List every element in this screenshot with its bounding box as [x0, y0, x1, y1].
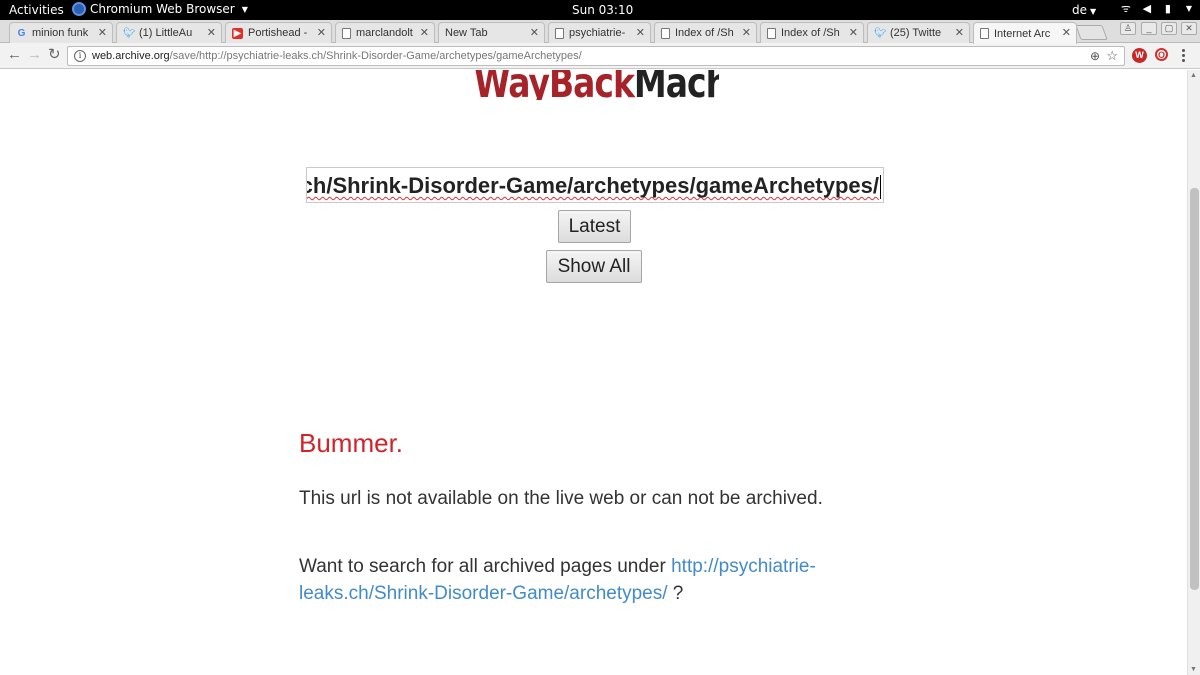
tab-title: New Tab: [445, 27, 488, 39]
user-icon[interactable]: ♙: [1120, 22, 1136, 35]
system-top-bar: Activities Chromium Web Browser ▼ Sun 03…: [0, 0, 1200, 20]
url-path: /save/http://psychiatrie-leaks.ch/Shrink…: [169, 50, 582, 62]
browser-tab[interactable]: G minion funk ✕: [9, 22, 113, 43]
close-icon[interactable]: ✕: [420, 26, 429, 39]
chevron-down-icon: ▼: [1185, 4, 1192, 13]
browser-tab[interactable]: Index of /Sh ✕: [654, 22, 757, 43]
zoom-icon[interactable]: ⊕: [1090, 49, 1100, 63]
close-icon[interactable]: ✕: [530, 26, 539, 39]
tab-title: marclandolt: [356, 27, 413, 39]
menu-icon[interactable]: [1182, 49, 1186, 64]
page-icon: [767, 27, 776, 39]
wayback-extension-icon[interactable]: W: [1132, 48, 1147, 63]
page-viewport: WayBackMachine s.ch/Shrink-Disorder-Game…: [0, 70, 1187, 675]
scrollbar-thumb[interactable]: [1190, 188, 1199, 590]
page-icon: [980, 28, 989, 39]
search-suffix-text: ?: [667, 583, 684, 604]
info-icon[interactable]: i: [74, 50, 86, 62]
wayback-url-input[interactable]: s.ch/Shrink-Disorder-Game/archetypes/gam…: [306, 167, 884, 203]
search-prompt-text: Want to search for all archived pages un…: [299, 556, 666, 577]
tab-title: (25) Twitte: [890, 27, 942, 39]
clock[interactable]: Sun 03:10: [572, 3, 633, 17]
close-icon[interactable]: ✕: [849, 26, 858, 39]
latest-button[interactable]: Latest: [558, 210, 631, 243]
tab-strip: G minion funk ✕ 🐦︎ (1) LittleAu ✕ ▶ Port…: [0, 20, 1200, 44]
activities-button[interactable]: Activities: [9, 3, 64, 17]
error-message: This url is not available on the live we…: [299, 488, 823, 509]
app-name: Chromium Web Browser: [90, 2, 235, 16]
google-icon: G: [17, 27, 26, 39]
text-cursor: [880, 175, 881, 200]
forward-arrow-icon[interactable]: →: [27, 47, 42, 63]
browser-tab[interactable]: Index of /Sh ✕: [760, 22, 864, 43]
close-icon[interactable]: ✕: [636, 26, 645, 39]
logo-way-text: WayBack: [474, 70, 635, 100]
twitter-icon: 🐦︎: [123, 27, 136, 39]
url-input-value: s.ch/Shrink-Disorder-Game/archetypes/gam…: [306, 173, 879, 198]
wifi-icon: ᯤ: [1120, 2, 1131, 15]
tab-title: (1) LittleAu: [139, 27, 193, 39]
wayback-machine-logo[interactable]: WayBackMachine: [474, 70, 719, 100]
ublock-icon[interactable]: O: [1155, 48, 1168, 61]
browser-tab[interactable]: 🐦︎ (1) LittleAu ✕: [116, 22, 222, 43]
back-arrow-icon[interactable]: ←: [7, 47, 22, 63]
system-tray[interactable]: ᯤ ◀ ▮ ▼: [1120, 2, 1192, 15]
keyboard-layout-menu[interactable]: de ▼: [1072, 3, 1096, 17]
url-host: web.archive.org: [92, 50, 170, 62]
maximize-button[interactable]: ▢: [1161, 22, 1177, 35]
close-icon[interactable]: ✕: [1062, 26, 1071, 39]
browser-tab[interactable]: 🐦︎ (25) Twitte ✕: [867, 22, 970, 43]
chromium-icon: [72, 2, 86, 16]
volume-icon: ◀: [1142, 2, 1152, 15]
app-menu[interactable]: Chromium Web Browser ▼: [72, 2, 248, 16]
page-icon: [555, 27, 564, 39]
close-icon[interactable]: ✕: [742, 26, 751, 39]
browser-tab[interactable]: New Tab ✕: [438, 22, 545, 43]
reload-icon[interactable]: ↻: [48, 47, 61, 63]
tab-title: Index of /Sh: [781, 27, 840, 39]
minimize-button[interactable]: _: [1141, 22, 1157, 35]
scroll-up-icon[interactable]: ▲: [1190, 72, 1197, 79]
browser-tab-active[interactable]: Internet Arc ✕: [973, 22, 1077, 44]
chevron-down-icon: ▼: [241, 4, 248, 14]
error-heading: Bummer.: [299, 428, 404, 458]
keyboard-layout-label: de: [1072, 3, 1087, 17]
tab-title: psychiatrie-: [569, 27, 626, 39]
window-close-button[interactable]: ✕: [1181, 22, 1197, 35]
tab-title: Index of /Sh: [675, 27, 734, 39]
tab-title: minion funk: [32, 27, 89, 39]
close-icon[interactable]: ✕: [317, 26, 326, 39]
youtube-icon: ▶: [232, 27, 243, 39]
browser-tab[interactable]: psychiatrie- ✕: [548, 22, 651, 43]
browser-tab[interactable]: ▶ Portishead - ✕: [225, 22, 332, 43]
page-icon: [342, 27, 351, 39]
browser-toolbar: ← → ↻ i web.archive.org/save/http://psyc…: [0, 43, 1200, 69]
close-icon[interactable]: ✕: [207, 26, 216, 39]
address-bar[interactable]: i web.archive.org/save/http://psychiatri…: [67, 46, 1125, 66]
bookmark-star-icon[interactable]: ☆: [1106, 48, 1118, 64]
scroll-down-icon[interactable]: ▼: [1190, 666, 1197, 673]
close-icon[interactable]: ✕: [98, 26, 107, 39]
show-all-button[interactable]: Show All: [546, 250, 642, 283]
tab-title: Portishead -: [248, 27, 308, 39]
browser-tab[interactable]: marclandolt ✕: [335, 22, 435, 43]
vertical-scrollbar[interactable]: ▲ ▼: [1187, 70, 1200, 675]
new-tab-button[interactable]: [1075, 25, 1108, 40]
logo-machine-text: Machine: [633, 70, 719, 100]
chevron-down-icon: ▼: [1090, 7, 1097, 16]
page-icon: [661, 27, 670, 39]
close-icon[interactable]: ✕: [955, 26, 964, 39]
tab-title: Internet Arc: [994, 27, 1051, 40]
search-suggestion: Want to search for all archived pages un…: [299, 553, 859, 607]
twitter-icon: 🐦︎: [874, 27, 887, 39]
battery-icon: ▮: [1164, 2, 1171, 15]
